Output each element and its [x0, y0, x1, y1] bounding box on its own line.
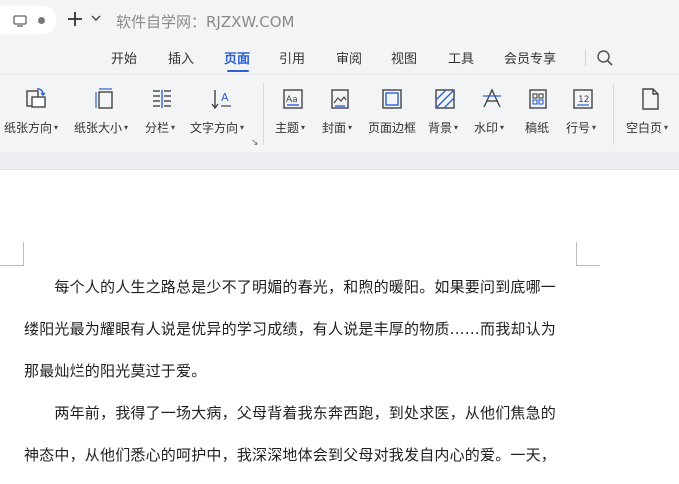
text-line[interactable]: 缕阳光最为耀眼有人说是优异的学习成绩，有人说是丰厚的物质……而我却认为	[24, 318, 556, 339]
line-number-label: 行号	[566, 121, 591, 135]
tab-tools[interactable]: 工具	[448, 48, 474, 67]
search-icon[interactable]	[596, 49, 614, 67]
page-setup-launcher-icon[interactable]: ↘	[251, 138, 259, 148]
line-number-button[interactable]: 12 行号 ▾	[564, 75, 604, 153]
tab-view[interactable]: 视图	[391, 48, 417, 67]
caret-down-icon: ▾	[301, 123, 306, 132]
theme-button[interactable]: Aa 主题 ▾	[273, 75, 313, 153]
caret-down-icon: ▾	[500, 123, 505, 132]
ribbon-divider	[613, 83, 614, 145]
background-icon	[435, 89, 455, 109]
text-line[interactable]: 那最灿烂的阳光莫过于爱。	[24, 360, 206, 381]
text-line[interactable]: 神态中，从他们悉心的呵护中，我深深地体会到父母对我发自内心的爱。一天，	[24, 444, 556, 465]
ribbon-toolbar: 纸张方向 ▾ 纸张大小 ▾ 分栏 ▾ A 文字方向 ▾ ↘ Aa 主题 ▾ 封面…	[0, 74, 679, 152]
manuscript-button[interactable]: 稿纸	[521, 75, 555, 153]
unsaved-dot-icon	[38, 17, 45, 24]
text-line[interactable]: 两年前，我得了一场大病，父母背着我东奔西跑，到处求医，从他们焦急的	[24, 402, 556, 423]
menu-divider	[585, 50, 586, 66]
menu-bar: 开始 插入 页面 引用 审阅 视图 工具 会员专享	[0, 42, 679, 74]
caret-down-icon: ▾	[171, 123, 176, 132]
margin-crop-mark-right	[576, 242, 600, 266]
new-tab-plus-icon[interactable]	[66, 10, 84, 28]
text-direction-button[interactable]: A 文字方向 ▾	[190, 75, 252, 153]
tab-insert[interactable]: 插入	[168, 48, 194, 67]
text-direction-label: 文字方向	[190, 121, 239, 135]
document-tab[interactable]	[0, 6, 56, 34]
columns-label: 分栏	[145, 121, 170, 135]
document-page[interactable]: 每个人的人生之路总是少不了明媚的春光，和煦的暖阳。如果要问到底哪一 缕阳光最为耀…	[0, 170, 679, 484]
text-line[interactable]: 每个人的人生之路总是少不了明媚的春光，和煦的暖阳。如果要问到底哪一	[24, 276, 556, 297]
paper-size-button[interactable]: 纸张大小 ▾	[74, 75, 136, 153]
caret-down-icon: ▾	[664, 123, 669, 132]
page-border-icon	[382, 89, 402, 109]
text-direction-icon: A	[211, 90, 231, 110]
page-border-label: 页面边框	[368, 121, 417, 135]
background-button[interactable]: 背景 ▾	[427, 75, 467, 153]
background-label: 背景	[428, 121, 453, 135]
tab-review[interactable]: 审阅	[336, 48, 362, 67]
svg-text:Aa: Aa	[286, 95, 298, 105]
tab-start[interactable]: 开始	[111, 48, 137, 67]
blank-page-button[interactable]: 空白页 ▾	[623, 75, 677, 153]
watermark-button[interactable]: 水印 ▾	[473, 75, 513, 153]
manuscript-label: 稿纸	[525, 121, 550, 135]
paper-orientation-button[interactable]: 纸张方向 ▾	[4, 75, 66, 153]
watermark-label: 水印	[474, 121, 499, 135]
caret-down-icon: ▾	[240, 123, 245, 132]
blank-page-label: 空白页	[626, 121, 663, 135]
columns-icon	[153, 90, 171, 108]
paper-orientation-label: 纸张方向	[4, 121, 53, 135]
caret-down-icon: ▾	[454, 123, 459, 132]
tab-references[interactable]: 引用	[279, 48, 305, 67]
theme-icon: Aa	[283, 89, 303, 109]
paper-orientation-icon	[26, 88, 46, 108]
title-bar: 软件自学网：RJZXW.COM	[0, 0, 679, 42]
paper-size-label: 纸张大小	[74, 121, 123, 135]
document-canvas-top	[0, 152, 679, 170]
caret-down-icon: ▾	[54, 123, 59, 132]
page-border-button[interactable]: 页面边框	[367, 75, 417, 153]
caret-down-icon: ▾	[348, 123, 353, 132]
svg-text:A: A	[221, 91, 229, 104]
watermark-icon	[483, 88, 501, 108]
window-title: 软件自学网：RJZXW.COM	[116, 13, 295, 31]
caret-down-icon: ▾	[124, 123, 129, 132]
cover-button[interactable]: 封面 ▾	[320, 75, 360, 153]
active-tab-indicator	[227, 70, 249, 72]
ribbon-divider	[263, 83, 264, 145]
tab-page[interactable]: 页面	[224, 48, 250, 67]
blank-page-icon	[642, 88, 659, 110]
theme-label: 主题	[275, 121, 300, 135]
line-number-icon: 12	[573, 89, 593, 109]
chevron-down-icon[interactable]	[91, 14, 101, 22]
caret-down-icon: ▾	[592, 123, 597, 132]
margin-crop-mark-left	[0, 242, 24, 266]
tab-member[interactable]: 会员专享	[504, 48, 556, 67]
svg-text:12: 12	[578, 95, 589, 105]
paper-size-icon	[95, 88, 113, 109]
manuscript-icon	[529, 89, 547, 109]
monitor-icon	[13, 15, 27, 27]
cover-icon	[331, 89, 349, 109]
cover-label: 封面	[322, 121, 347, 135]
columns-button[interactable]: 分栏 ▾	[143, 75, 183, 153]
